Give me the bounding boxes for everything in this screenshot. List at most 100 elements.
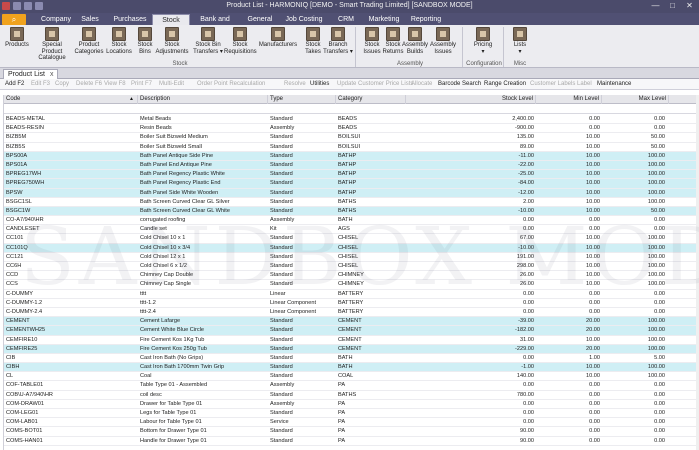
table-row[interactable]: COF-TABLE01 Table Type 01 - Assembled Asse… <box>4 381 699 391</box>
utilities-button[interactable]: Utilities <box>310 80 329 89</box>
tab-marketing[interactable]: Marketing <box>364 14 404 25</box>
cell-category: CHIMNEY <box>338 281 364 288</box>
cell-min-level: 0.00 <box>589 290 600 297</box>
table-row[interactable]: COM-LEG01 Legs for Table Type 01 Standard P… <box>4 409 699 419</box>
tab-reporting[interactable]: Reporting <box>408 14 444 25</box>
multi-edit-button[interactable]: Multi-Edit <box>159 80 184 89</box>
label-button[interactable]: Label <box>577 80 592 89</box>
pricing-icon <box>476 27 490 41</box>
table-row[interactable]: CC121 Cold Chisel 12 x 1 Standard CHISEL 191… <box>4 253 699 262</box>
customer-labels-button[interactable]: Customer Labels <box>530 80 575 89</box>
allocate-button[interactable]: Allocate <box>411 80 432 89</box>
stock-requisitions-button[interactable]: Stock Requisitions <box>224 27 257 60</box>
table-row[interactable]: CCS Chimney Cap Single Standard CHIMNEY 26.0… <box>4 280 699 290</box>
copy-button[interactable]: Copy <box>55 80 69 89</box>
product-categories-button[interactable]: Product Categories <box>74 27 104 60</box>
table-row[interactable]: BEADS-RESIN Resin Beads Assembly BEADS -900.… <box>4 124 699 134</box>
table-row[interactable]: CIBH Cast Iron Bath 1700mm Twin Grip Stand… <box>4 363 699 373</box>
close-tab-icon[interactable]: x <box>50 71 54 78</box>
add-button[interactable]: Add F2 <box>5 80 24 89</box>
assembly-issues-button[interactable]: Assembly Issues <box>428 27 458 60</box>
table-row[interactable]: BPS01A Bath Panel End Antique Pine Standar… <box>4 160 699 171</box>
tab-purchases[interactable]: Purchases <box>110 14 150 25</box>
column-header-type[interactable]: Type <box>268 95 336 104</box>
print-button[interactable]: Print F7 <box>131 80 152 89</box>
table-row[interactable]: BIZB5M Boiler Suit Bizweld Medium Standard… <box>4 133 699 143</box>
cell-type: Standard <box>270 189 293 196</box>
table-row[interactable]: CEMFIRE25 Fire Cement Kos 250g Tub Standar… <box>4 344 699 354</box>
stock-adjustments-button[interactable]: Stock Adjustments <box>154 27 190 60</box>
cell-stock-level: -1.00 <box>521 364 534 371</box>
tab-bank-and-cash[interactable]: Bank and Cash <box>192 14 238 34</box>
table-row[interactable]: CEMENTWH25 Cement White Blue Circle Standa… <box>4 326 699 336</box>
column-header-min-level[interactable]: Min Level <box>536 95 602 104</box>
table-row[interactable]: CEMENT Cement Lafarge Standard CEMENT -39.00… <box>4 317 699 327</box>
table-row[interactable]: COMS-HAN01 Handle for Drawer Type 01 Stand… <box>4 437 699 446</box>
table-row[interactable]: C-DUMMY-1.2 tttt-1.2 Linear Component BATTE… <box>4 299 699 308</box>
search-icon[interactable]: ⌕ <box>2 14 26 25</box>
assembly-builds-button[interactable]: Assembly Builds <box>400 27 430 60</box>
table-row[interactable]: CC101 Cold Chisel 10 x 1 Standard CHISEL 67.… <box>4 234 699 244</box>
tab-company[interactable]: Company <box>36 14 76 25</box>
table-row[interactable]: CANDLESET Candle set Kit AGS 0.00 0.00 0.00 <box>4 225 699 235</box>
tab-stock[interactable]: Stock <box>152 14 190 25</box>
order-point-recalculation-button[interactable]: Order Point Recalculation <box>197 80 265 89</box>
column-header-max-level[interactable]: Max Level <box>602 95 669 104</box>
manufacturers-button[interactable]: Manufacturers <box>258 27 298 60</box>
stock-bin-transfers-button[interactable]: Stock Bin Transfers ▾ <box>190 27 226 60</box>
minimize-button[interactable]: — <box>648 1 663 11</box>
table-row[interactable]: CEMFIRE10 Fire Cement Kos 1Kg Tub Standard… <box>4 336 699 345</box>
edit-button[interactable]: Edit F3 <box>31 80 50 89</box>
maintenance-button[interactable]: Maintenance <box>597 80 631 89</box>
table-row[interactable]: BPS00A Bath Panel Antique Side Pine Standa… <box>4 151 699 161</box>
column-header-code[interactable]: Code ▲ <box>4 95 138 104</box>
table-row[interactable]: CC6H Cold Chisel 6 x 1/2 Standard CHISEL 298… <box>4 262 699 272</box>
cell-category: BATHS <box>338 391 357 398</box>
column-header-description[interactable]: Description <box>138 95 268 104</box>
products-button[interactable]: Products <box>2 27 32 60</box>
tab-job-costing[interactable]: Job Costing <box>284 14 324 25</box>
table-row[interactable]: BIZB5S Boiler Suit Bizweld Small Standard B… <box>4 143 699 152</box>
table-row[interactable]: C-DUMMY tttt Linear BATTERY 0.00 0.00 0.00 <box>4 290 699 299</box>
table-row[interactable]: CL Coal Standard COAL 140.00 10.00 100.00 <box>4 372 699 382</box>
update-customer-price-lists-button[interactable]: Update Customer Price Lists <box>337 80 413 89</box>
cell-min-level: 0.00 <box>589 410 600 416</box>
tab-crm[interactable]: CRM <box>334 14 358 25</box>
resolve-button[interactable]: Resolve <box>284 80 306 89</box>
table-row[interactable]: COM-DRAW01 Drawer for Table Type 01 Assemb… <box>4 400 699 409</box>
delete-button[interactable]: Delete F6 <box>76 80 102 89</box>
table-row[interactable]: CO-A7/940\HR corrugated roofing Assembly BA… <box>4 216 699 226</box>
table-row[interactable]: COB\U-A7/940\HR coil desc Standard BATHS 780… <box>4 391 699 400</box>
column-header-category[interactable]: Category <box>336 95 406 104</box>
pricing-button[interactable]: Pricing ▾ <box>468 27 498 60</box>
cell-description: Handle for Drawer Type 01 <box>140 437 207 444</box>
close-button[interactable]: ✕ <box>682 1 697 11</box>
table-row[interactable]: BEADS-METAL Metal Beads Standard BEADS 2,400… <box>4 115 699 125</box>
view-button[interactable]: View F8 <box>104 80 126 89</box>
branch-transfers-button[interactable]: Branch Transfers ▾ <box>322 27 354 60</box>
tab-general-ledger[interactable]: General Ledger <box>238 14 282 34</box>
tab-sales[interactable]: Sales <box>76 14 104 25</box>
maximize-button[interactable]: □ <box>665 1 680 11</box>
table-row[interactable]: CCD Chimney Cap Double Standard CHIMNEY 26.0… <box>4 271 699 281</box>
table-row[interactable]: BSGC1SL Bath Screen Curved Clear GL Silve… <box>4 198 699 207</box>
special-product-catalogue-button[interactable]: Special Product Catalogue <box>32 27 72 61</box>
column-header-stock-level[interactable]: Stock Level <box>406 95 536 104</box>
cell-category: CEMENT <box>338 327 362 334</box>
table-row[interactable]: C-DUMMY-2.4 tttt-2.4 Linear Component BATTE… <box>4 308 699 318</box>
range-creation-button[interactable]: Range Creation <box>484 80 526 89</box>
tab-product-list[interactable]: Product List x <box>3 69 59 79</box>
cell-max-level: 0.00 <box>654 428 665 435</box>
table-row[interactable]: BPSW Bath Panel Side White Wooden Standard… <box>4 188 699 198</box>
table-row[interactable]: BPREG17WH Bath Panel Regency Plastic Whit… <box>4 170 699 180</box>
table-row[interactable]: BSGC1W Bath Screen Curved Clear GL White S… <box>4 206 699 217</box>
table-row[interactable]: CC101Q Cold Chisel 10 x 3/4 Standard CHISEL… <box>4 243 699 253</box>
table-row[interactable]: BPREG750WH Bath Panel Regency Plastic End… <box>4 179 699 189</box>
table-row[interactable]: COMS-BOT01 Bottom for Drawer Type 01 Stand… <box>4 427 699 437</box>
barcode-search-button[interactable]: Barcode Search <box>438 80 481 89</box>
table-row[interactable]: CIB Cast Iron Bath (No Grips) Standard BATH… <box>4 354 699 364</box>
lists-button[interactable]: Lists ▾ <box>505 27 535 60</box>
locations-icon <box>112 27 126 41</box>
filter-row[interactable] <box>4 104 699 114</box>
table-row[interactable]: COM-LAB01 Labour for Table Type 01 Service… <box>4 418 699 428</box>
